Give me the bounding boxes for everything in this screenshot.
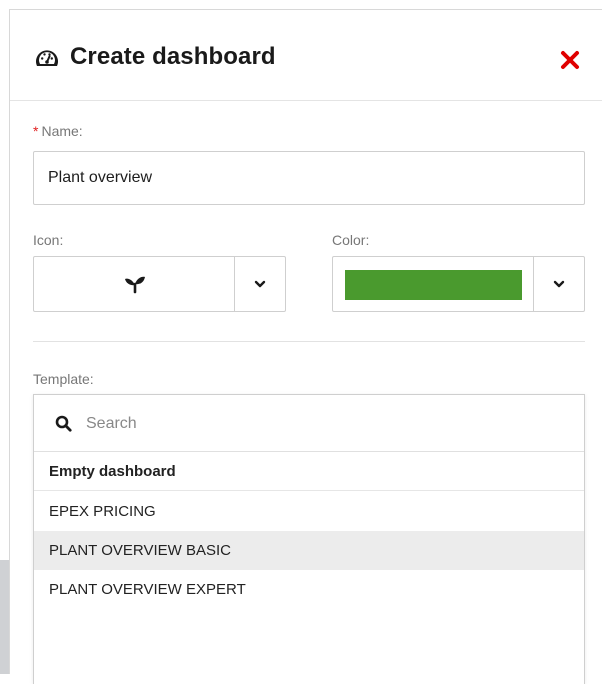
close-x-icon[interactable] <box>558 48 582 72</box>
template-search-input[interactable] <box>84 409 558 439</box>
icon-select[interactable] <box>33 256 286 312</box>
search-icon <box>55 415 72 432</box>
color-select-toggle[interactable] <box>533 257 584 311</box>
chevron-down-icon <box>553 280 565 288</box>
name-field[interactable]: Plant overview <box>33 151 585 205</box>
required-marker: * <box>33 123 39 139</box>
color-label: Color: <box>332 232 370 248</box>
seedling-icon <box>125 276 145 294</box>
template-search-row <box>34 395 584 452</box>
dialog-title: Create dashboard <box>70 43 276 70</box>
color-select-value[interactable] <box>333 257 535 311</box>
template-group-header: Empty dashboard <box>34 452 584 491</box>
close-button[interactable] <box>558 48 582 72</box>
dialog-header: Create dashboard <box>10 10 602 101</box>
template-option-epex-pricing[interactable]: EPEX PRICING <box>34 492 584 531</box>
icon-label: Icon: <box>33 232 64 248</box>
dashboard-gauge-icon <box>34 47 60 69</box>
chevron-down-icon <box>254 280 266 288</box>
color-swatch <box>345 270 522 300</box>
template-label: Template: <box>33 371 94 387</box>
name-label: * Name: <box>33 123 83 139</box>
icon-select-value[interactable] <box>34 257 236 311</box>
name-label-text: Name: <box>41 123 83 139</box>
template-option-plant-overview-expert[interactable]: PLANT OVERVIEW EXPERT <box>34 570 584 609</box>
section-divider <box>33 341 585 342</box>
create-dashboard-dialog: Create dashboard * Name: Plant overview I… <box>9 9 602 684</box>
color-select[interactable] <box>332 256 585 312</box>
template-dropdown: Empty dashboard EPEX PRICING PLANT OVERV… <box>33 394 585 684</box>
template-option-plant-overview-basic[interactable]: PLANT OVERVIEW BASIC <box>34 531 584 570</box>
icon-select-toggle[interactable] <box>234 257 285 311</box>
